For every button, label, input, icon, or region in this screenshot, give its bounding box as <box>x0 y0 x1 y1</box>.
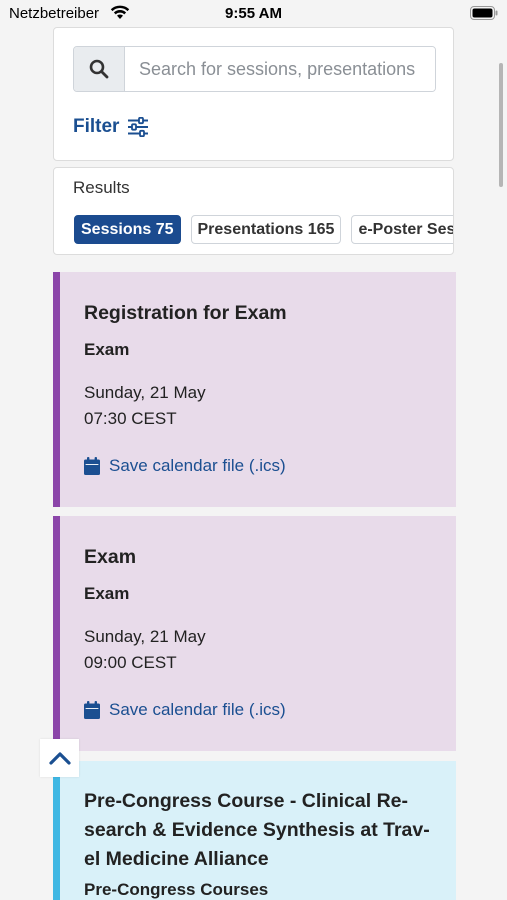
filter-button[interactable]: Filter <box>73 116 149 138</box>
scroll-to-top-button[interactable] <box>40 739 79 777</box>
scrollbar[interactable] <box>499 63 503 187</box>
sliders-icon <box>128 117 149 137</box>
session-title: Pre-Congress Course - Clinical Re-search… <box>84 790 430 870</box>
chevron-up-icon <box>48 752 71 765</box>
search-icon[interactable] <box>74 47 125 91</box>
session-card[interactable]: Exam Exam Sunday, 21 May 09:00 CEST Save… <box>53 516 456 751</box>
save-calendar-link[interactable]: Save calendar file (.ics) <box>84 700 456 720</box>
clock: 9:55 AM <box>225 5 282 22</box>
session-title: Exam <box>84 546 137 568</box>
filter-label: Filter <box>73 116 120 137</box>
results-title: Results <box>73 178 130 197</box>
session-date: Sunday, 21 May <box>84 383 206 402</box>
session-time: 09:00 CEST <box>84 653 177 672</box>
results-card: Results Sessions 75 Presentations 165 e-… <box>53 167 454 255</box>
session-title: Registration for Exam <box>84 302 287 324</box>
status-bar: Netzbetreiber 9:55 AM <box>0 0 507 26</box>
tab-sessions[interactable]: Sessions 75 <box>74 215 181 244</box>
save-calendar-label: Save calendar file (.ics) <box>109 456 286 475</box>
calendar-icon <box>84 701 100 719</box>
tab-presentations[interactable]: Presentations 165 <box>190 215 342 244</box>
battery-icon <box>470 6 498 25</box>
search-input[interactable] <box>125 47 435 91</box>
search-box <box>73 46 436 92</box>
session-type: Exam <box>84 340 130 359</box>
session-type: Pre-Congress Courses <box>84 880 269 899</box>
session-card[interactable]: Registration for Exam Exam Sunday, 21 Ma… <box>53 272 456 507</box>
save-calendar-label: Save calendar file (.ics) <box>109 700 286 719</box>
calendar-icon <box>84 457 100 475</box>
results-tabs: Sessions 75 Presentations 165 e-Poster S… <box>74 215 453 244</box>
session-type: Exam <box>84 584 130 603</box>
tab-eposter-sessions[interactable]: e-Poster Sessions <box>351 215 453 244</box>
session-date: Sunday, 21 May <box>84 627 206 646</box>
save-calendar-link[interactable]: Save calendar file (.ics) <box>84 456 456 476</box>
session-card[interactable]: Pre-Congress Course - Clinical Re-search… <box>53 761 456 900</box>
session-time: 07:30 CEST <box>84 409 177 428</box>
search-card: Filter <box>53 27 454 161</box>
